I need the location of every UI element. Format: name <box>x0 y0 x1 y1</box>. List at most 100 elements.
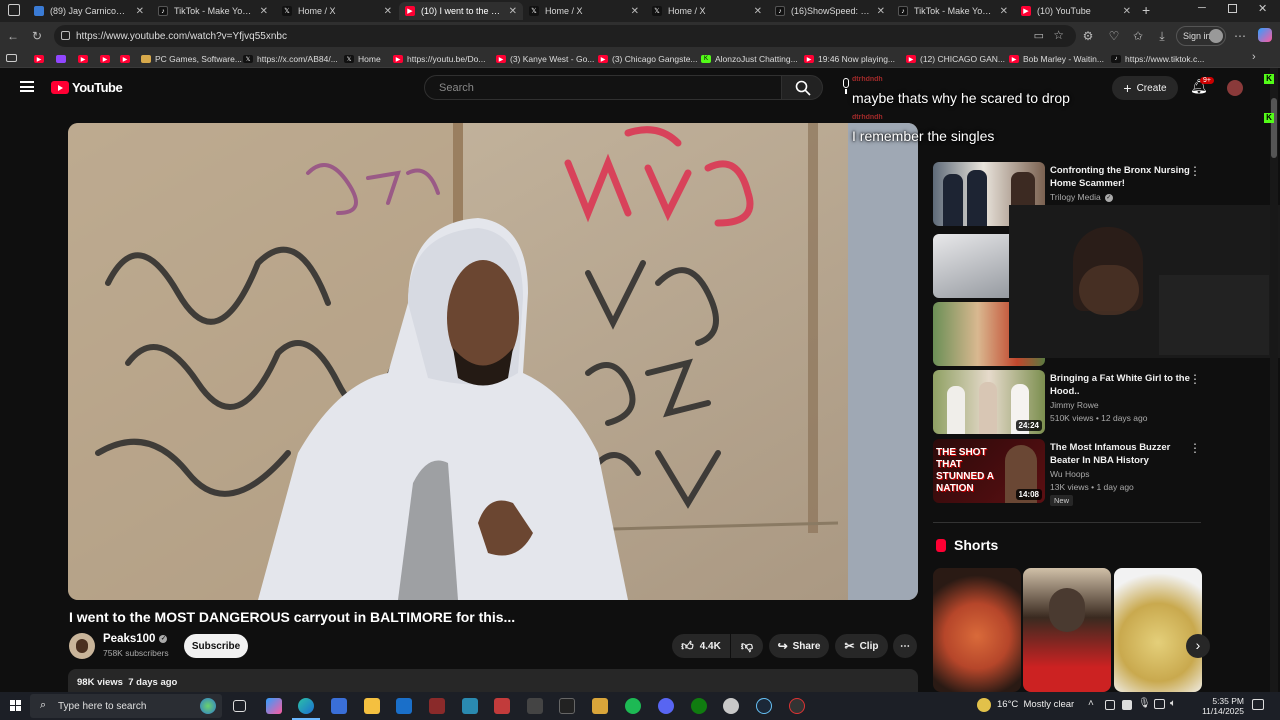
clip-button[interactable]: ✂ Clip <box>835 634 888 658</box>
weather-icon[interactable] <box>977 698 991 712</box>
bookmark-alonzo[interactable]: K AlonzoJust Chatting... <box>701 52 798 66</box>
edge-icon[interactable] <box>298 698 314 714</box>
network-icon[interactable] <box>1154 699 1165 709</box>
app-icon[interactable] <box>789 698 805 714</box>
bookmark-pc-games[interactable]: PC Games, Software... <box>141 52 242 66</box>
more-vertical-icon[interactable]: ⋮ <box>1189 441 1201 455</box>
browser-tab[interactable]: (89) Jay Carnicom DAP✕ <box>28 2 150 20</box>
close-tab-icon[interactable]: ✕ <box>1000 6 1008 17</box>
microsoft-store-icon[interactable] <box>331 698 347 714</box>
steam-icon[interactable] <box>756 698 772 714</box>
browser-tab[interactable]: 𝕏 Home / X ✕ <box>646 2 768 20</box>
hamburger-menu-icon[interactable] <box>20 81 34 92</box>
more-vertical-icon[interactable]: ⋮ <box>1189 164 1201 178</box>
game-app-icon[interactable] <box>429 698 445 714</box>
browser-tab[interactable]: 𝕏 Home / X ✕ <box>276 2 398 20</box>
short-thumbnail[interactable] <box>1023 568 1111 692</box>
refresh-icon[interactable]: ↻ <box>29 28 45 44</box>
browser-essentials-icon[interactable]: ♡ <box>1106 28 1122 44</box>
minimize-icon[interactable]: ─ <box>1198 2 1206 14</box>
xbox-icon[interactable] <box>691 698 707 714</box>
task-view-icon[interactable] <box>233 700 246 712</box>
bookmark-chicago[interactable]: ▶ (3) Chicago Gangste... <box>598 52 698 66</box>
channel-name[interactable]: Peaks100 ✓ <box>103 633 168 645</box>
sign-in-button[interactable]: Sign in <box>1176 26 1226 46</box>
more-actions-button[interactable]: ⋯ <box>893 634 917 658</box>
search-input[interactable]: Search <box>424 75 782 100</box>
more-vertical-icon[interactable]: ⋮ <box>1189 372 1201 386</box>
recommended-channel[interactable]: Trilogy Media ✓ <box>1050 192 1113 202</box>
close-tab-icon[interactable]: ✕ <box>1123 6 1131 17</box>
bookmark-bob-marley[interactable]: ▶ Bob Marley - Waitin... <box>1009 52 1104 66</box>
dislike-button[interactable]: 👎︎ <box>731 634 763 658</box>
tab-actions-icon[interactable] <box>6 54 17 62</box>
share-button[interactable]: ↪ Share <box>769 634 829 658</box>
bookmark-x-home[interactable]: 𝕏 Home <box>344 52 381 66</box>
game-app-icon[interactable] <box>592 698 608 714</box>
browser-tab[interactable]: 𝕏 Home / X ✕ <box>523 2 645 20</box>
taskbar-search-input[interactable]: ⌕ Type here to search <box>30 694 222 718</box>
site-info-icon[interactable] <box>61 31 70 40</box>
short-thumbnail[interactable] <box>933 568 1021 692</box>
like-button[interactable]: 👍︎ 4.4K <box>672 634 730 658</box>
favorite-star-icon[interactable]: ☆ <box>1053 28 1064 42</box>
start-windows-icon[interactable] <box>10 700 22 712</box>
close-tab-icon[interactable]: ✕ <box>260 6 268 17</box>
back-icon[interactable]: ← <box>5 28 21 44</box>
bookmark-youtube[interactable]: ▶ <box>120 52 134 66</box>
subscribe-button[interactable]: Subscribe <box>184 634 248 658</box>
bookmark-chicago-gan[interactable]: ▶ (12) CHICAGO GAN... <box>906 52 1005 66</box>
recommended-channel[interactable]: Jimmy Rowe <box>1050 400 1099 410</box>
recommended-video[interactable]: 24:24 Bringing a Fat White Girl to the H… <box>933 370 1203 434</box>
close-tab-icon[interactable]: ✕ <box>631 6 639 17</box>
browser-tab-active[interactable]: ▶(10) I went to the MOST✕ <box>399 2 523 20</box>
bookmark-youtu-be[interactable]: ▶ https://youtu.be/Do... <box>393 52 485 66</box>
video-thumbnail[interactable]: THE SHOT THAT STUNNED A NATION 14:08 <box>933 439 1045 503</box>
bookmark-x-link[interactable]: 𝕏https://x.com/AB84/... <box>243 52 338 66</box>
close-tab-icon[interactable]: ✕ <box>877 6 885 17</box>
bookmark-youtube[interactable]: ▶ <box>78 52 92 66</box>
weather-widget[interactable]: 16°C Mostly clear <box>997 699 1074 710</box>
microphone-icon[interactable] <box>840 78 852 94</box>
bookmark-kanye[interactable]: ▶ (3) Kanye West - Go... <box>496 52 594 66</box>
game-app-icon[interactable] <box>494 698 510 714</box>
close-tab-icon[interactable]: ✕ <box>509 6 517 17</box>
spotify-icon[interactable] <box>625 698 641 714</box>
app-icon[interactable] <box>723 698 739 714</box>
microphone-icon[interactable]: 🎙︎ <box>1138 698 1151 709</box>
short-thumbnail[interactable] <box>1114 568 1202 692</box>
game-app-icon[interactable] <box>527 698 543 714</box>
search-button[interactable] <box>781 75 823 100</box>
bookmark-tiktok[interactable]: ♪ https://www.tiktok.c... <box>1111 52 1204 66</box>
video-thumbnail[interactable]: 24:24 <box>933 370 1045 434</box>
extensions-icon[interactable]: ⚙ <box>1080 28 1096 44</box>
discord-icon[interactable] <box>658 698 674 714</box>
account-avatar[interactable] <box>1227 80 1243 96</box>
tray-chevron-up-icon[interactable]: ˄ <box>1088 698 1094 709</box>
close-tab-icon[interactable]: ✕ <box>754 6 762 17</box>
volume-icon[interactable]: 🔈︎ <box>1170 698 1176 709</box>
video-player[interactable] <box>68 123 918 600</box>
recommended-video[interactable]: THE SHOT THAT STUNNED A NATION 14:08 The… <box>933 439 1203 506</box>
system-clock[interactable]: 5:35 PM 11/14/2025 <box>1196 696 1244 716</box>
youtube-logo[interactable]: YouTube <box>51 80 123 95</box>
game-app-icon[interactable] <box>559 698 575 714</box>
bookmark-youtube[interactable]: ▶ <box>34 52 48 66</box>
favorites-icon[interactable]: ✩ <box>1130 28 1146 44</box>
bookmark-now-playing[interactable]: ▶ 19:46 Now playing... <box>804 52 895 66</box>
close-tab-icon[interactable]: ✕ <box>136 6 144 17</box>
reader-icon[interactable]: ▭ <box>1034 29 1044 42</box>
browser-tab[interactable]: ♪(16)ShowSpeed: Speed✕ <box>769 2 891 20</box>
browser-tab[interactable]: ♪TikTok - Make Your Day✕ <box>892 2 1014 20</box>
browser-tab[interactable]: ▶ (10) YouTube ✕ <box>1015 2 1137 20</box>
chevron-right-icon[interactable]: › <box>1252 51 1256 63</box>
recommended-channel[interactable]: Wu Hoops <box>1050 469 1090 479</box>
copilot-taskbar-icon[interactable] <box>266 698 282 714</box>
next-shorts-button[interactable]: › <box>1186 634 1210 658</box>
page-scrollbar[interactable] <box>1270 68 1278 692</box>
tray-app-icon[interactable] <box>1105 700 1115 710</box>
bookmark-youtube[interactable]: ▶ <box>100 52 114 66</box>
tray-app-icon[interactable] <box>1122 700 1132 710</box>
downloads-icon[interactable]: ⤓ <box>1154 28 1170 44</box>
outlook-icon[interactable] <box>396 698 412 714</box>
